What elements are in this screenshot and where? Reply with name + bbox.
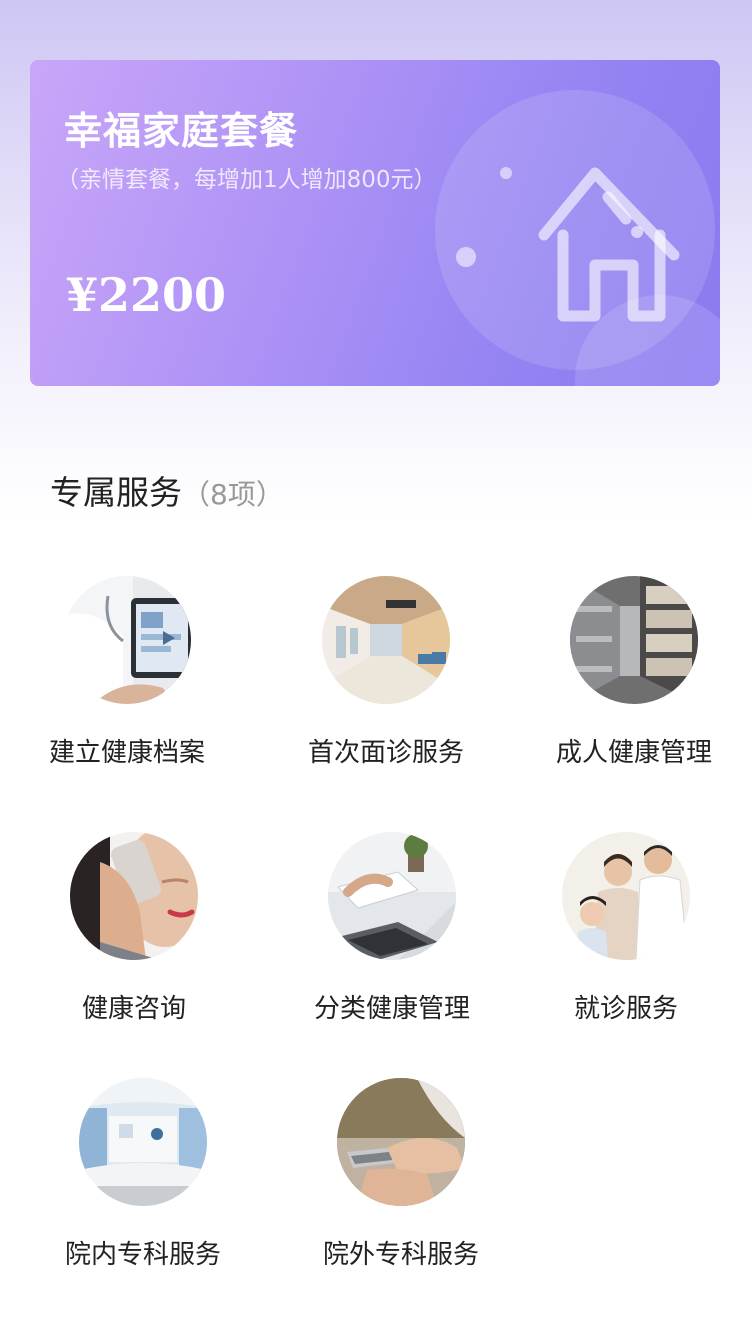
service-label: 院内专科服务	[64, 1240, 221, 1270]
service-item-health-consult[interactable]: 健康咨询	[14, 832, 254, 1025]
records-shelves-photo	[570, 576, 698, 704]
service-item-health-record[interactable]: 建立健康档案	[7, 576, 247, 769]
doctor-tablet-photo	[63, 576, 191, 704]
service-item-in-hospital-specialty[interactable]: 院内专科服务	[23, 1078, 263, 1271]
house-icon	[435, 90, 720, 386]
package-title: 幸福家庭套餐	[64, 108, 299, 153]
service-item-adult-health[interactable]: 成人健康管理	[514, 576, 752, 769]
service-label: 院外专科服务	[322, 1240, 479, 1270]
service-label: 成人健康管理	[555, 738, 712, 768]
service-item-first-consult[interactable]: 首次面诊服务	[266, 576, 506, 769]
service-label: 就诊服务	[573, 994, 678, 1024]
service-item-medical-visit[interactable]: 就诊服务	[506, 832, 746, 1025]
smartphone-hand-photo	[337, 1078, 465, 1206]
hospital-corridor-photo	[322, 576, 450, 704]
phone-call-photo	[70, 832, 198, 960]
package-subtitle: （亲情套餐，每增加1人增加800元）	[56, 167, 437, 193]
laptop-desk-photo	[328, 832, 456, 960]
service-item-category-health[interactable]: 分类健康管理	[272, 832, 512, 1025]
service-label: 分类健康管理	[313, 994, 470, 1024]
service-label: 首次面诊服务	[307, 738, 464, 768]
service-label: 健康咨询	[81, 994, 186, 1024]
service-label: 建立健康档案	[48, 738, 205, 768]
package-price: ¥2200	[66, 268, 227, 322]
family-doctor-photo	[562, 832, 690, 960]
service-item-outside-hospital-specialty[interactable]: 院外专科服务	[281, 1078, 521, 1271]
services-section-title: 专属服务（8项）	[50, 473, 284, 512]
package-card[interactable]: 幸福家庭套餐 （亲情套餐，每增加1人增加800元） ¥2200	[30, 60, 720, 386]
services-count: （8项）	[182, 478, 284, 511]
hospital-reception-photo	[79, 1078, 207, 1206]
